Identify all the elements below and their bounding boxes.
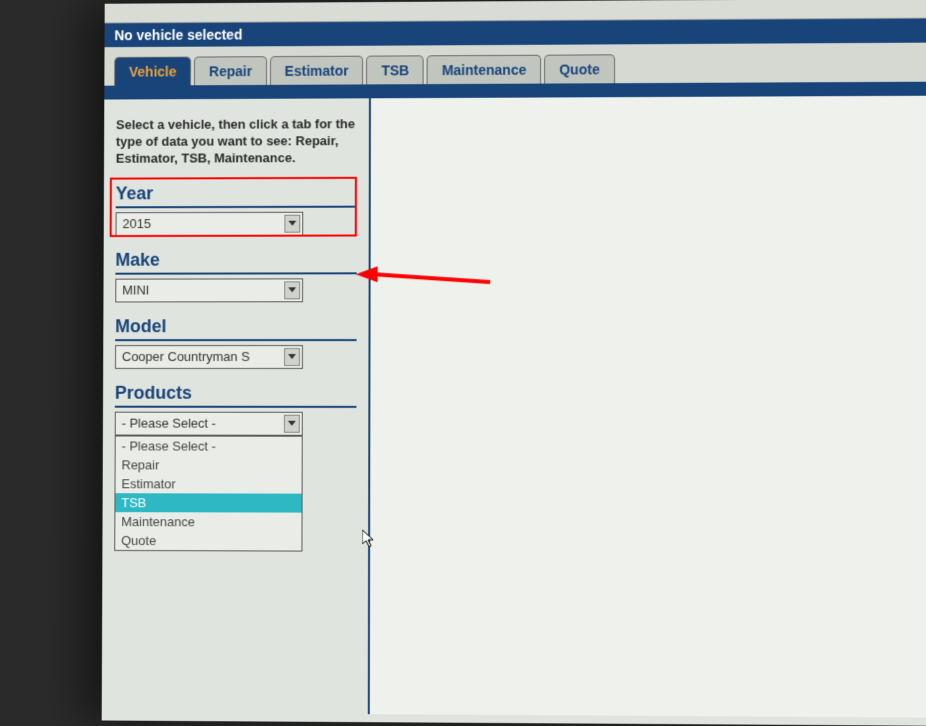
make-value: MINI [122, 283, 149, 298]
tab-vehicle[interactable]: Vehicle [114, 57, 191, 86]
dropdown-option[interactable]: Quote [115, 531, 301, 551]
year-select[interactable]: 2015 [116, 211, 304, 235]
products-value: - Please Select - [122, 416, 216, 431]
tab-repair[interactable]: Repair [194, 56, 267, 85]
chevron-down-icon [284, 348, 300, 366]
model-section: Model Cooper Countryman S [115, 316, 357, 369]
tab-label: Estimator [285, 63, 349, 79]
tab-label: Maintenance [442, 62, 526, 78]
content-panel [370, 96, 926, 718]
tab-label: Vehicle [129, 64, 177, 80]
model-value: Cooper Countryman S [122, 349, 250, 364]
tab-label: Repair [209, 63, 252, 79]
divider [115, 405, 357, 407]
app-screen: No vehicle selected Vehicle Repair Estim… [102, 0, 926, 726]
tab-quote[interactable]: Quote [544, 54, 614, 83]
model-label: Model [115, 316, 356, 337]
tab-maintenance[interactable]: Maintenance [427, 55, 541, 84]
year-value: 2015 [122, 216, 151, 231]
dropdown-option[interactable]: Maintenance [115, 512, 301, 531]
divider [115, 339, 356, 341]
products-select[interactable]: - Please Select - [115, 411, 303, 435]
tab-strip: Vehicle Repair Estimator TSB Maintenance… [104, 43, 926, 86]
content-area: Select a vehicle, then click a tab for t… [102, 96, 926, 718]
vehicle-select-panel: Select a vehicle, then click a tab for t… [102, 98, 371, 714]
make-label: Make [115, 249, 356, 270]
dropdown-option[interactable]: - Please Select - [116, 436, 302, 455]
dropdown-option[interactable]: Repair [116, 455, 302, 474]
chevron-down-icon [284, 281, 300, 299]
products-section: Products - Please Select - - Please Sele… [115, 383, 357, 436]
dropdown-option[interactable]: Estimator [115, 474, 301, 493]
tab-tsb[interactable]: TSB [366, 55, 424, 84]
status-text: No vehicle selected [114, 27, 242, 44]
tab-label: Quote [559, 61, 599, 77]
chevron-down-icon [284, 414, 300, 432]
products-dropdown: - Please Select - Repair Estimator TSB M… [114, 435, 302, 551]
tabs-container: Vehicle Repair Estimator TSB Maintenance… [114, 53, 918, 86]
divider [115, 272, 356, 274]
tab-estimator[interactable]: Estimator [270, 56, 364, 85]
products-label: Products [115, 383, 357, 404]
year-label: Year [116, 182, 357, 204]
intro-text: Select a vehicle, then click a tab for t… [116, 116, 357, 167]
make-select[interactable]: MINI [115, 278, 303, 302]
model-select[interactable]: Cooper Countryman S [115, 345, 303, 369]
year-section: Year 2015 [116, 182, 357, 235]
divider [116, 205, 357, 208]
tab-label: TSB [381, 62, 409, 78]
dropdown-option[interactable]: TSB [115, 493, 301, 512]
chevron-down-icon [284, 214, 300, 232]
make-section: Make MINI [115, 249, 356, 302]
